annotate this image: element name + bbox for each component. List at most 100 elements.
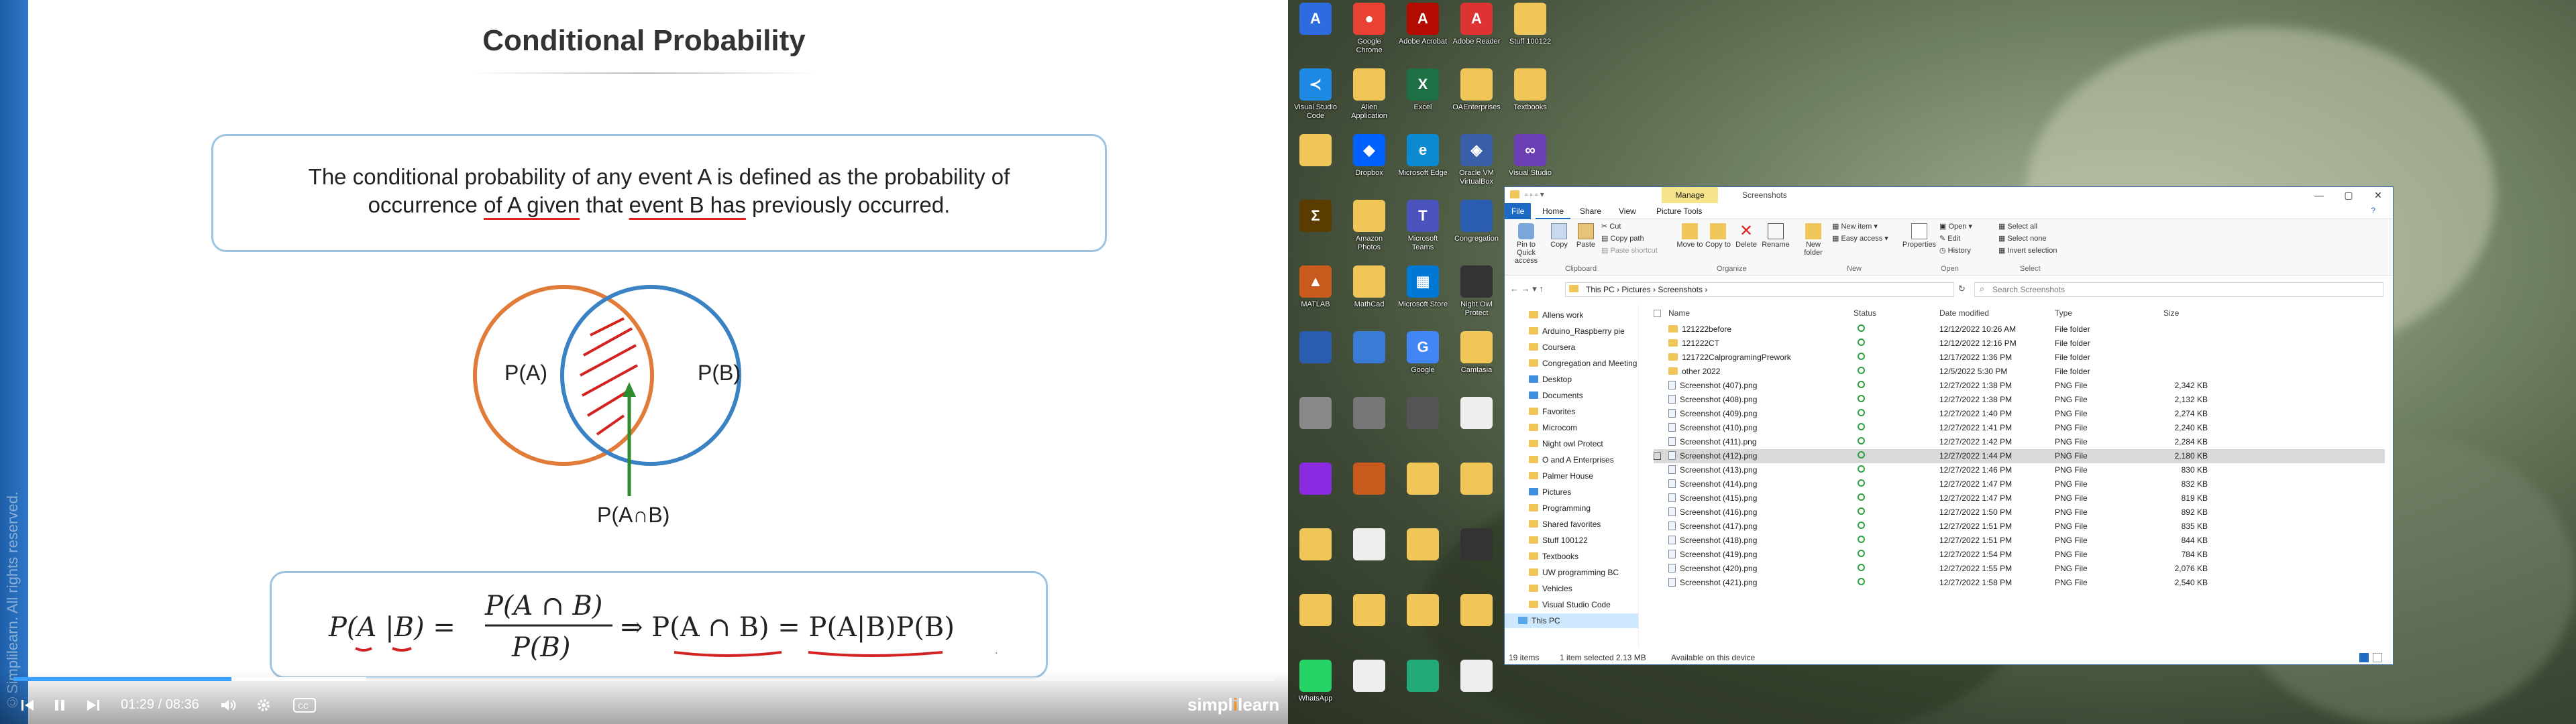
pause-button[interactable] — [50, 693, 70, 717]
desktop-icon[interactable] — [1344, 331, 1394, 396]
maximize-button[interactable]: ▢ — [2334, 187, 2363, 203]
table-row[interactable]: Screenshot (421).png 12/27/2022 1:58 PM PN… — [1654, 576, 2385, 590]
column-size[interactable]: Size — [2163, 305, 2179, 321]
nav-item[interactable]: Visual Studio Code — [1505, 597, 1638, 612]
tab-share[interactable]: Share — [1573, 203, 1608, 219]
move-to-button[interactable]: Move to — [1676, 223, 1703, 249]
nav-item[interactable]: Arduino_Raspberry pie — [1505, 324, 1638, 339]
pin-quick-access-button[interactable]: Pin to Quick access — [1507, 223, 1545, 265]
tab-picture-tools[interactable]: Picture Tools — [1650, 203, 1709, 219]
desktop-icon[interactable]: G Google — [1398, 331, 1448, 396]
tiles-view-icon[interactable] — [2373, 653, 2382, 662]
table-row[interactable]: 121222before 12/12/2022 10:26 AM File fold… — [1654, 322, 2385, 337]
desktop-icon[interactable] — [1344, 594, 1394, 658]
desktop-icon[interactable]: T Microsoft Teams — [1398, 200, 1448, 264]
desktop-icon[interactable] — [1398, 660, 1448, 724]
refresh-icon[interactable]: ↻ — [1958, 284, 1966, 294]
tab-view[interactable]: View — [1612, 203, 1643, 219]
nav-item[interactable]: Favorites — [1505, 404, 1638, 419]
nav-item[interactable]: Microcom — [1505, 420, 1638, 435]
desktop-icon[interactable] — [1291, 331, 1340, 396]
progress-bar[interactable] — [13, 677, 1275, 681]
desktop-icon[interactable]: ◆ Dropbox — [1344, 134, 1394, 198]
desktop-icon[interactable] — [1291, 134, 1340, 198]
desktop-icon[interactable]: WhatsApp — [1291, 660, 1340, 724]
column-type[interactable]: Type — [2055, 305, 2072, 321]
desktop-icon[interactable] — [1452, 463, 1501, 527]
nav-item[interactable]: This PC — [1505, 613, 1638, 628]
settings-button[interactable] — [252, 693, 275, 717]
desktop-icon[interactable] — [1344, 660, 1394, 724]
search-input[interactable]: Search Screenshots — [1974, 282, 2383, 297]
select-all-checkbox[interactable] — [1654, 305, 1663, 321]
address-bar[interactable]: This PC › Pictures › Screenshots › — [1565, 282, 1954, 297]
desktop-icon[interactable]: ◈ Oracle VM VirtualBox — [1452, 134, 1501, 198]
desktop-icon[interactable] — [1291, 528, 1340, 593]
column-date[interactable]: Date modified — [1939, 305, 1989, 321]
nav-item[interactable]: Shared favorites — [1505, 517, 1638, 532]
nav-item[interactable]: Programming — [1505, 501, 1638, 516]
minimize-button[interactable]: — — [2304, 187, 2334, 203]
tab-home[interactable]: Home — [1536, 203, 1571, 219]
desktop-icon[interactable]: Σ — [1291, 200, 1340, 264]
easy-access-button[interactable]: ▦ Easy access ▾ — [1832, 234, 1888, 243]
new-folder-button[interactable]: New folder — [1799, 223, 1828, 257]
table-row[interactable]: Screenshot (410).png 12/27/2022 1:41 PM PN… — [1654, 421, 2385, 435]
desktop-icon[interactable] — [1452, 594, 1501, 658]
captions-button[interactable]: CC — [291, 693, 318, 717]
desktop-icon[interactable] — [1452, 397, 1501, 461]
table-row[interactable]: Screenshot (408).png 12/27/2022 1:38 PM PN… — [1654, 393, 2385, 407]
desktop-icon[interactable] — [1344, 528, 1394, 593]
desktop[interactable]: A ● Google Chrome A Adobe Acrobat A Adobe Read… — [1288, 0, 2576, 724]
volume-button[interactable] — [217, 693, 240, 717]
nav-item[interactable]: Congregation and Meeting — [1505, 356, 1638, 371]
skip-forward-button[interactable] — [83, 693, 103, 717]
nav-item[interactable]: Textbooks — [1505, 549, 1638, 564]
desktop-icon[interactable] — [1398, 594, 1448, 658]
close-button[interactable]: ✕ — [2363, 187, 2393, 203]
skip-back-button[interactable] — [17, 693, 38, 717]
properties-button[interactable]: Properties — [1902, 223, 1937, 249]
table-row[interactable]: 121222CT 12/12/2022 12:16 PM File folder — [1654, 337, 2385, 351]
table-row[interactable]: Screenshot (420).png 12/27/2022 1:55 PM PN… — [1654, 562, 2385, 576]
nav-item[interactable]: Allens work — [1505, 308, 1638, 322]
desktop-icon[interactable] — [1452, 528, 1501, 593]
table-row[interactable]: Screenshot (412).png 12/27/2022 1:44 PM PN… — [1654, 449, 2385, 463]
history-button[interactable]: ◷ History — [1939, 246, 1971, 255]
nav-item[interactable]: Stuff 100122 — [1505, 533, 1638, 548]
table-row[interactable]: 121722CalprogramingPrework 12/17/2022 1:3… — [1654, 351, 2385, 365]
cut-button[interactable]: ✂ Cut — [1601, 222, 1621, 231]
tab-file[interactable]: File — [1505, 203, 1532, 219]
rename-button[interactable]: Rename — [1761, 223, 1790, 249]
table-row[interactable]: Screenshot (415).png 12/27/2022 1:47 PM PN… — [1654, 491, 2385, 505]
nav-item[interactable]: Night owl Protect — [1505, 436, 1638, 451]
nav-item[interactable]: Documents — [1505, 388, 1638, 403]
delete-button[interactable]: ✕ Delete — [1733, 223, 1760, 249]
desktop-icon[interactable]: Amazon Photos — [1344, 200, 1394, 264]
desktop-icon[interactable]: OAEnterprises — [1452, 68, 1501, 133]
copy-to-button[interactable]: Copy to — [1705, 223, 1731, 249]
file-explorer-window[interactable]: ▫ ▫ ▫ ▾ Manage Screenshots — ▢ ✕ File Ho… — [1504, 186, 2394, 665]
paste-button[interactable]: Paste — [1573, 223, 1599, 249]
nav-item[interactable]: Coursera — [1505, 340, 1638, 355]
table-row[interactable]: Screenshot (419).png 12/27/2022 1:54 PM PN… — [1654, 548, 2385, 562]
desktop-icon[interactable] — [1291, 594, 1340, 658]
navigation-pane[interactable]: Allens work Arduino_Raspberry pie Coursera… — [1505, 305, 1639, 647]
video-player[interactable]: ©Simplilearn. All rights reserved. Condi… — [0, 0, 1288, 724]
details-view-icon[interactable] — [2359, 653, 2369, 662]
copy-button[interactable]: Copy — [1546, 223, 1572, 249]
table-row[interactable]: Screenshot (417).png 12/27/2022 1:51 PM PN… — [1654, 520, 2385, 534]
table-row[interactable]: Screenshot (414).png 12/27/2022 1:47 PM PN… — [1654, 477, 2385, 491]
desktop-icon[interactable]: ● Google Chrome — [1344, 3, 1394, 67]
desktop-icon[interactable]: MathCad — [1344, 265, 1394, 330]
nav-item[interactable]: Pictures — [1505, 485, 1638, 499]
paste-shortcut-button[interactable]: ▤ Paste shortcut — [1601, 246, 1658, 255]
desktop-icon[interactable]: Stuff 100122 — [1505, 3, 1555, 67]
desktop-icon[interactable]: X Excel — [1398, 68, 1448, 133]
desktop-icon[interactable]: A — [1291, 3, 1340, 67]
nav-item[interactable]: O and A Enterprises — [1505, 452, 1638, 467]
table-row[interactable]: Screenshot (407).png 12/27/2022 1:38 PM PN… — [1654, 379, 2385, 393]
desktop-icon[interactable]: e Microsoft Edge — [1398, 134, 1448, 198]
table-row[interactable]: Screenshot (418).png 12/27/2022 1:51 PM PN… — [1654, 534, 2385, 548]
nav-item[interactable]: Vehicles — [1505, 581, 1638, 596]
